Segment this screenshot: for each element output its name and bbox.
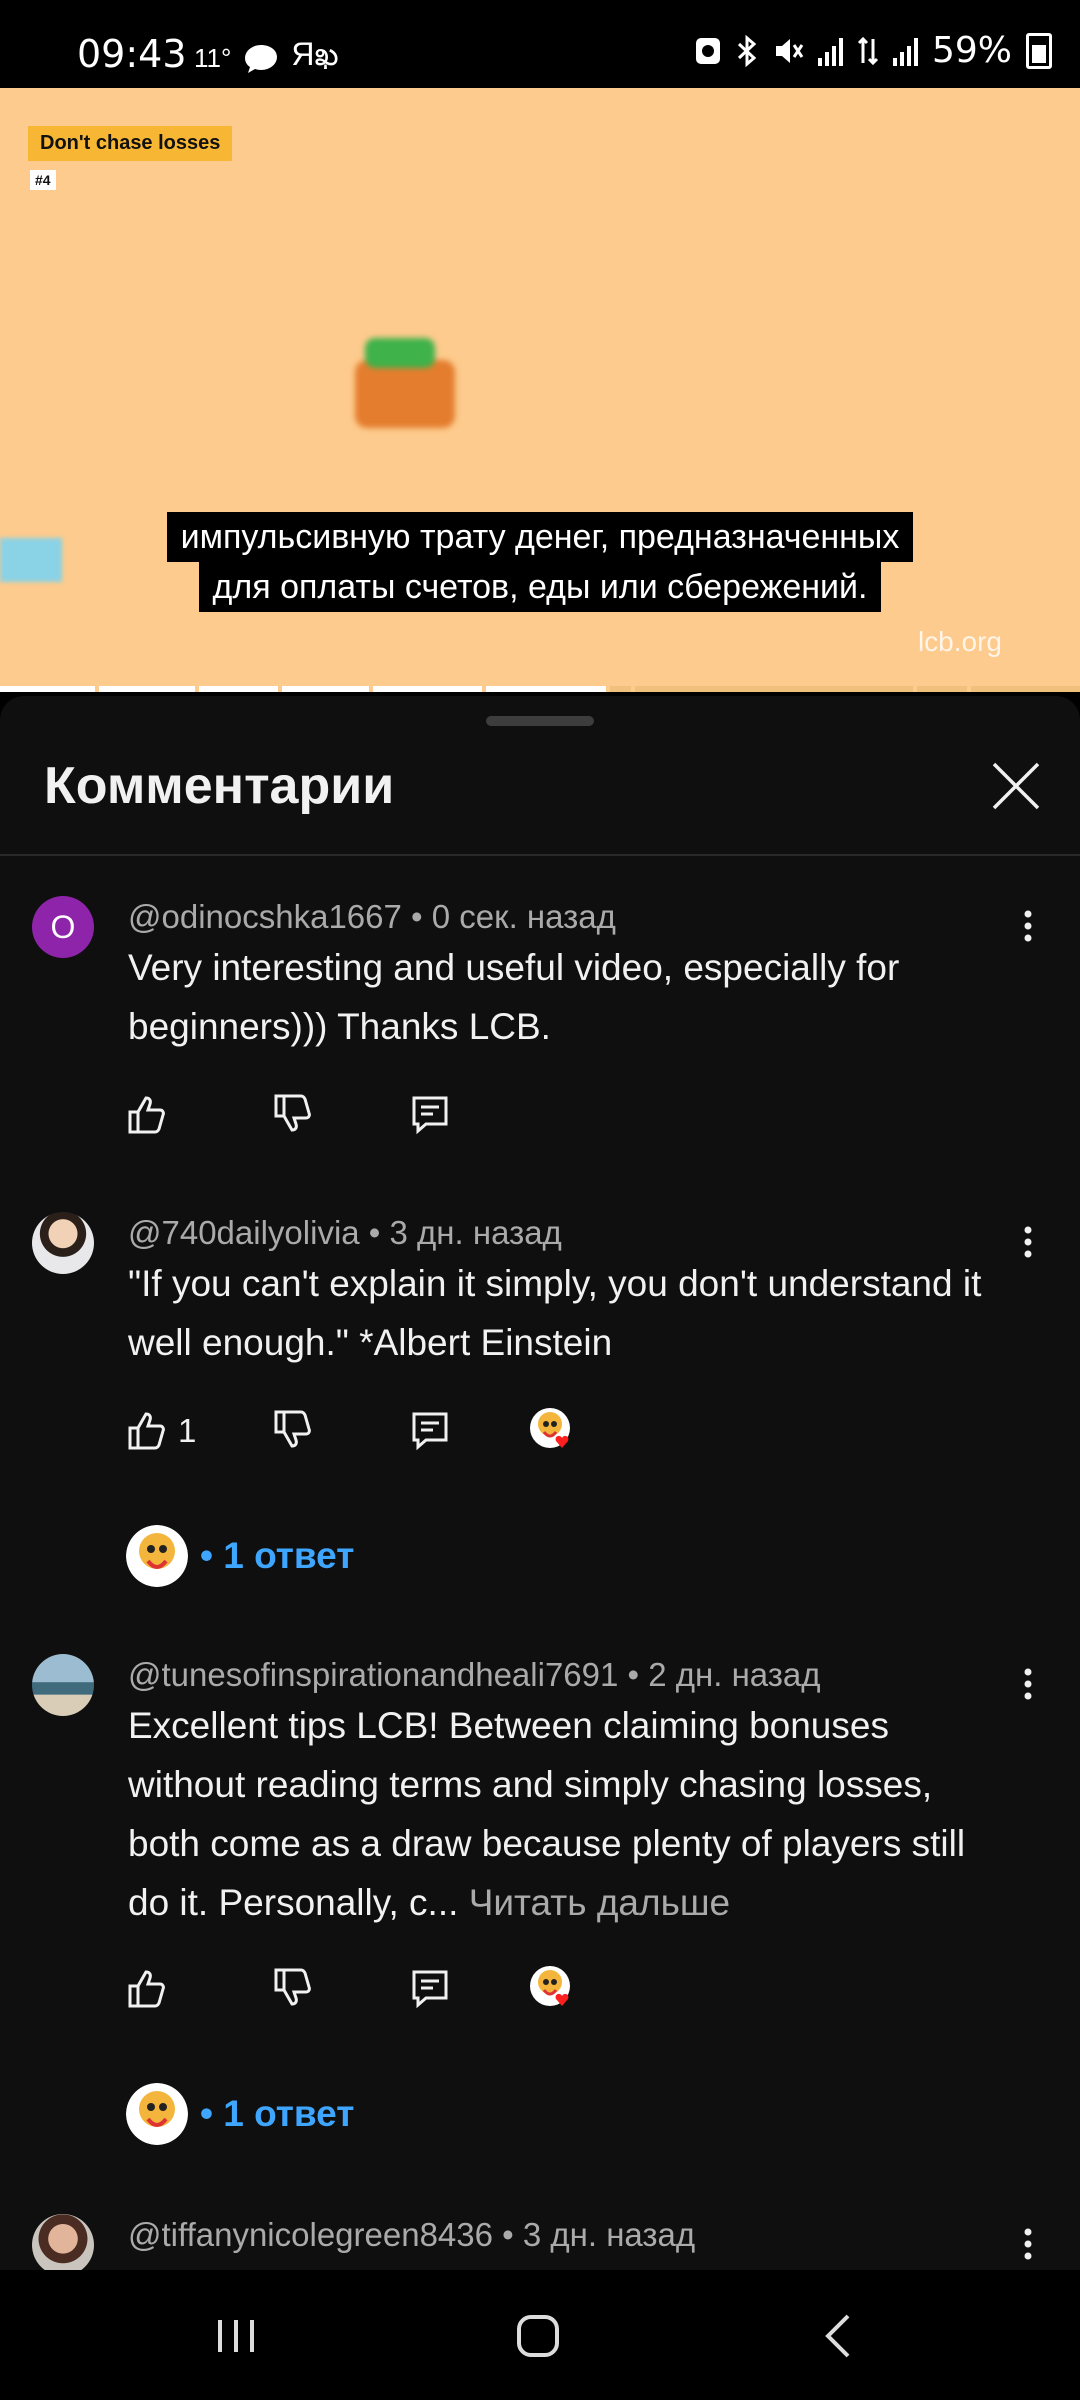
more-options-icon[interactable] xyxy=(1016,2224,1040,2264)
dislike-icon[interactable] xyxy=(272,1966,316,2010)
navigation-bar xyxy=(0,2270,1080,2400)
like-icon[interactable] xyxy=(126,1966,170,2010)
bluetooth-icon xyxy=(737,34,757,67)
progress-segment xyxy=(0,686,96,692)
comments-panel: Комментарии O @odinocshka1667 • 0 сек. н… xyxy=(0,696,1080,2270)
status-bar: 09:43 11° Яఖ 59% xyxy=(0,0,1080,88)
progress-segment xyxy=(970,686,1080,692)
more-options-icon[interactable] xyxy=(1016,1222,1040,1262)
battery-percent: 59% xyxy=(931,30,1012,71)
comment-meta: @740dailyolivia • 3 дн. назад xyxy=(128,1214,562,1251)
avatar-letter: O xyxy=(50,908,76,945)
data-arrows-icon xyxy=(857,36,879,65)
comment-item: @740dailyolivia • 3 дн. назад "If you ca… xyxy=(0,1212,1080,1632)
home-icon[interactable] xyxy=(508,2306,568,2366)
reply-icon[interactable] xyxy=(408,1092,452,1136)
comment-item: @tiffanynicolegreen8436 • 3 дн. назад xyxy=(0,2214,1080,2270)
progress-segment xyxy=(281,686,370,692)
subtitle-line-1: импульсивную трату денег, предназначенны… xyxy=(166,512,914,562)
like-icon[interactable] xyxy=(126,1408,170,1452)
close-icon[interactable] xyxy=(988,758,1044,814)
watermark: lcb.org xyxy=(917,626,1002,657)
comment-item: O @odinocshka1667 • 0 сек. назад Very in… xyxy=(0,896,1080,1196)
video-tag-number: #4 xyxy=(30,170,56,190)
subtitles: импульсивную трату денег, предназначенны… xyxy=(0,512,1080,612)
temperature: 11° xyxy=(194,43,232,73)
avatar[interactable] xyxy=(32,2214,94,2270)
recent-apps-icon[interactable] xyxy=(206,2306,266,2366)
video-player[interactable]: Don't chase losses #4 импульсивную трату… xyxy=(0,88,1080,692)
like-count: 1 xyxy=(178,1412,197,1449)
progress-segment xyxy=(917,686,967,692)
video-progress-bar[interactable] xyxy=(0,686,1080,692)
progress-segment xyxy=(486,686,606,692)
comment-item: @tunesofinspirationandheali7691 • 2 дн. … xyxy=(0,1654,1080,2174)
progress-segment xyxy=(373,686,483,692)
subtitle-line-2: для оплаты счетов, еды или сбережений. xyxy=(198,562,882,612)
wallet-illustration xyxy=(355,338,455,428)
progress-segment xyxy=(198,686,278,692)
panel-title: Комментарии xyxy=(44,757,395,815)
recycle-icon xyxy=(695,37,720,64)
back-icon[interactable] xyxy=(810,2306,870,2366)
battery-icon xyxy=(1026,32,1052,69)
creator-heart-icon xyxy=(530,1408,570,1448)
replies-count[interactable]: • 1 ответ xyxy=(200,2093,354,2135)
comment-meta: @odinocshka1667 • 0 сек. назад xyxy=(128,898,616,935)
signal-2-icon xyxy=(892,36,918,66)
reply-icon[interactable] xyxy=(408,1966,452,2010)
yandex-icon: Яఖ xyxy=(291,36,339,72)
reply-icon[interactable] xyxy=(408,1408,452,1452)
signal-icon xyxy=(817,36,843,66)
comment-meta: @tunesofinspirationandheali7691 • 2 дн. … xyxy=(128,1656,821,1693)
chat-bubble-icon xyxy=(245,44,278,73)
more-options-icon[interactable] xyxy=(1016,1664,1040,1704)
dislike-icon[interactable] xyxy=(272,1092,316,1136)
replies-toggle[interactable]: • 1 ответ xyxy=(126,2082,354,2146)
comment-meta: @tiffanynicolegreen8436 • 3 дн. назад xyxy=(128,2216,696,2253)
avatar[interactable] xyxy=(32,1654,94,1716)
dislike-icon[interactable] xyxy=(272,1408,316,1452)
reply-avatar xyxy=(126,2083,188,2145)
creator-heart-icon xyxy=(530,1966,570,2006)
more-options-icon[interactable] xyxy=(1016,906,1040,946)
replies-toggle[interactable]: • 1 ответ xyxy=(126,1524,354,1588)
avatar[interactable] xyxy=(32,1212,94,1274)
progress-segment xyxy=(99,686,195,692)
drag-handle[interactable] xyxy=(486,716,594,726)
reply-avatar xyxy=(126,1525,188,1587)
mute-icon xyxy=(775,38,804,63)
read-more-link[interactable]: Читать дальше xyxy=(469,1882,730,1923)
comment-text: Very interesting and useful video, espec… xyxy=(128,947,900,1047)
comment-text: "If you can't explain it simply, you don… xyxy=(128,1263,982,1363)
progress-segment xyxy=(635,686,914,692)
like-icon[interactable] xyxy=(126,1092,170,1136)
avatar[interactable]: O xyxy=(32,896,94,958)
clock: 09:43 xyxy=(77,32,187,76)
progress-segment xyxy=(609,686,632,692)
replies-count[interactable]: • 1 ответ xyxy=(200,1535,354,1577)
divider xyxy=(0,854,1080,856)
comment-text: Excellent tips LCB! Between claiming bon… xyxy=(128,1696,998,1932)
video-tag-label: Don't chase losses xyxy=(28,126,233,161)
